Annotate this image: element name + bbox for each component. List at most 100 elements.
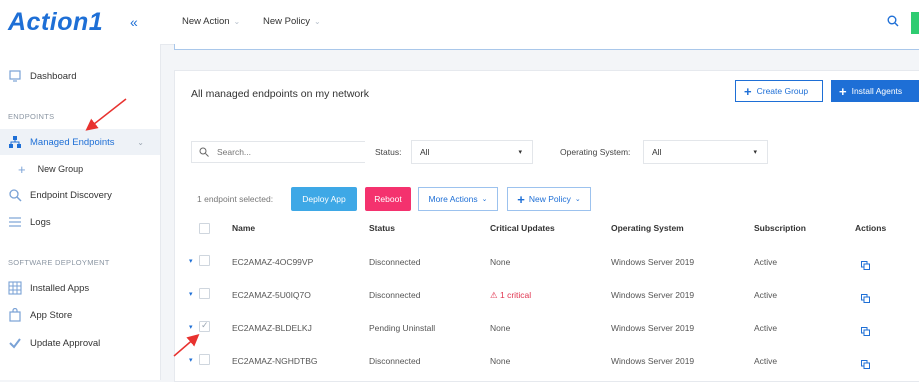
dashboard-icon <box>8 69 22 83</box>
search-field[interactable] <box>191 141 365 163</box>
expand-row-icon[interactable]: ▾ <box>189 356 193 364</box>
select-all-checkbox[interactable] <box>199 223 210 234</box>
sidebar-item-managed-endpoints[interactable]: Managed Endpoints ⌄ <box>0 129 160 155</box>
endpoints-card: All managed endpoints on my network + Cre… <box>174 70 919 382</box>
table-row[interactable]: ▾ EC2AMAZ-NGHDTBG Disconnected None Wind… <box>175 343 919 376</box>
endpoint-status: Disconnected <box>369 257 421 267</box>
table-row[interactable]: ▾ EC2AMAZ-5U0IQ7O Disconnected ⚠ 1 criti… <box>175 277 919 310</box>
section-heading-endpoints: ENDPOINTS <box>8 112 55 121</box>
plus-icon: + <box>744 83 752 99</box>
info-banner-edge <box>174 44 919 50</box>
table-row[interactable]: ▾ EC2AMAZ-BLDELKJ Pending Uninstall None… <box>175 310 919 343</box>
sidebar-item-update-approval[interactable]: Update Approval <box>0 330 160 356</box>
endpoint-status: Disconnected <box>369 290 421 300</box>
copy-icon[interactable] <box>861 257 870 270</box>
chevron-down-icon: ⌄ <box>574 196 581 203</box>
sidebar-item-dashboard[interactable]: Dashboard <box>0 63 160 89</box>
sidebar-item-app-store[interactable]: App Store <box>0 302 160 328</box>
plus-icon: + <box>18 161 26 177</box>
chevron-down-icon: ⌄ <box>481 196 488 203</box>
reboot-button[interactable]: Reboot <box>365 187 411 211</box>
os-select-value: All <box>652 147 662 157</box>
more-actions-button[interactable]: More Actions ⌄ <box>418 187 498 211</box>
collapse-sidebar-icon[interactable]: « <box>130 14 138 30</box>
network-icon <box>8 135 22 149</box>
column-header-operating-system[interactable]: Operating System <box>611 223 684 233</box>
plus-icon: + <box>517 191 525 207</box>
operating-system: Windows Server 2019 <box>611 257 695 267</box>
app-window: Action1 « Dashboard ENDPOINTS Managed En… <box>0 0 919 382</box>
critical-updates[interactable]: ⚠ 1 critical <box>490 290 531 301</box>
column-header-subscription[interactable]: Subscription <box>754 223 806 233</box>
row-checkbox[interactable] <box>199 255 210 266</box>
search-input[interactable] <box>215 146 359 158</box>
copy-icon[interactable] <box>861 323 870 336</box>
row-checkbox[interactable] <box>199 288 210 299</box>
new-policy-button[interactable]: + New Policy ⌄ <box>507 187 591 211</box>
install-agents-button[interactable]: + Install Agents <box>831 80 919 102</box>
selection-count: 1 endpoint selected: <box>197 194 274 204</box>
row-checkbox[interactable] <box>199 354 210 365</box>
sidebar-item-endpoint-discovery[interactable]: Endpoint Discovery <box>0 182 160 208</box>
warning-triangle-icon: ⚠ <box>490 290 500 300</box>
critical-updates: None <box>490 257 511 267</box>
chevron-down-icon: ⌄ <box>233 17 241 26</box>
sidebar-item-installed-apps[interactable]: Installed Apps <box>0 275 160 301</box>
install-agents-label: Install Agents <box>851 86 903 96</box>
sidebar-item-label: Logs <box>30 216 51 228</box>
operating-system: Windows Server 2019 <box>611 356 695 366</box>
brand-logo[interactable]: Action1 <box>8 8 103 37</box>
status-select[interactable]: All ▾ <box>411 140 533 164</box>
column-header-actions: Actions <box>855 223 887 233</box>
endpoint-name[interactable]: EC2AMAZ-5U0IQ7O <box>232 290 311 300</box>
subscription-status: Active <box>754 290 778 300</box>
expand-row-icon[interactable]: ▾ <box>189 257 193 265</box>
sidebar-item-label: App Store <box>30 309 73 321</box>
endpoint-name[interactable]: EC2AMAZ-4OC99VP <box>232 257 313 267</box>
critical-updates: None <box>490 356 511 366</box>
sidebar-item-label: Managed Endpoints <box>30 136 115 148</box>
expand-row-icon[interactable]: ▾ <box>189 323 193 331</box>
sidebar-item-label: Endpoint Discovery <box>30 189 112 201</box>
check-badge-icon <box>8 336 22 350</box>
os-select[interactable]: All ▾ <box>643 140 768 164</box>
sidebar: Action1 « Dashboard ENDPOINTS Managed En… <box>0 0 161 380</box>
column-header-critical-updates[interactable]: Critical Updates <box>490 223 555 233</box>
new-policy-label: New Policy <box>528 194 571 204</box>
section-heading-software-deployment: SOFTWARE DEPLOYMENT <box>8 258 110 267</box>
chevron-down-icon: ▾ <box>518 149 522 156</box>
copy-icon[interactable] <box>861 356 870 369</box>
chevron-down-icon: ▾ <box>753 149 757 156</box>
create-group-button[interactable]: + Create Group <box>735 80 823 102</box>
critical-updates: None <box>490 323 511 333</box>
search-icon <box>199 147 209 157</box>
column-header-name[interactable]: Name <box>232 223 255 233</box>
search-icon[interactable] <box>887 14 899 32</box>
sidebar-item-label: Installed Apps <box>30 282 90 294</box>
sidebar-item-label: New Group <box>37 164 84 174</box>
discovery-search-icon <box>8 188 22 202</box>
new-policy-menu[interactable]: New Policy ⌄ <box>263 16 321 27</box>
endpoint-name[interactable]: EC2AMAZ-BLDELKJ <box>232 323 312 333</box>
chevron-down-icon[interactable]: ⌄ <box>137 138 144 147</box>
table-row[interactable]: ▾ EC2AMAZ-4OC99VP Disconnected None Wind… <box>175 244 919 277</box>
new-action-menu[interactable]: New Action ⌄ <box>182 16 240 27</box>
subscription-status: Active <box>754 257 778 267</box>
row-checkbox[interactable] <box>199 320 210 332</box>
sidebar-item-new-group[interactable]: + New Group <box>0 158 160 180</box>
copy-icon[interactable] <box>861 290 870 303</box>
page-title: All managed endpoints on my network <box>191 88 370 100</box>
sidebar-item-label: Dashboard <box>30 70 77 82</box>
subscription-status: Active <box>754 323 778 333</box>
operating-system: Windows Server 2019 <box>611 290 695 300</box>
deploy-app-button[interactable]: Deploy App <box>291 187 357 211</box>
endpoint-name[interactable]: EC2AMAZ-NGHDTBG <box>232 356 317 366</box>
expand-row-icon[interactable]: ▾ <box>189 290 193 298</box>
column-header-status[interactable]: Status <box>369 223 395 233</box>
notification-tab[interactable] <box>911 12 919 34</box>
subscription-status: Active <box>754 356 778 366</box>
create-group-label: Create Group <box>756 86 809 96</box>
chevron-down-icon: ⌄ <box>314 17 321 26</box>
endpoint-status: Pending Uninstall <box>369 323 436 333</box>
sidebar-item-logs[interactable]: Logs <box>0 209 160 235</box>
